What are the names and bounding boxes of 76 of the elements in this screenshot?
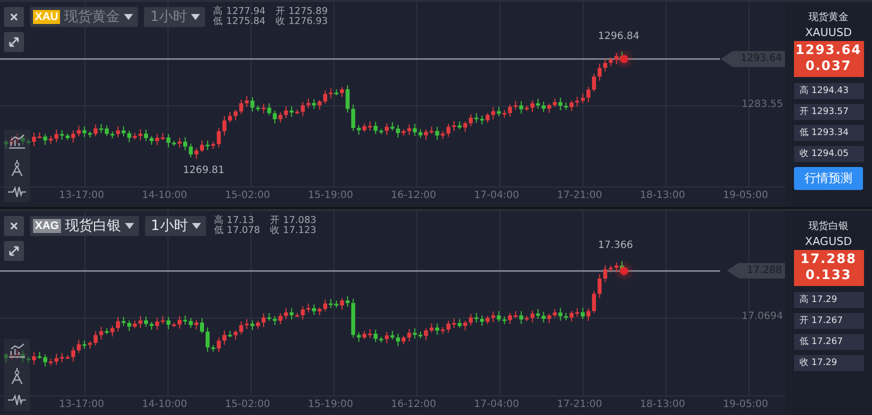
time-axis-label: 16-12:00 — [391, 190, 436, 201]
caret-icon — [192, 222, 201, 228]
ohlc-value: 开 1275.89 — [275, 7, 328, 17]
symbol-dropdown[interactable]: XAU 现货黄金 — [30, 7, 138, 27]
chart-icon[interactable] — [8, 134, 26, 150]
expand-button[interactable] — [4, 240, 24, 260]
compass-icon[interactable] — [10, 367, 24, 386]
caret-icon — [124, 14, 134, 20]
interval-dropdown[interactable]: 1小时 — [144, 7, 206, 27]
compass-icon[interactable] — [10, 158, 24, 177]
time-axis-label: 19-05:00 — [723, 398, 768, 410]
time-axis-label: 17-21:00 — [557, 190, 602, 201]
current-price: 17.288 — [800, 252, 857, 268]
time-axis-label: 19-05:00 — [723, 190, 768, 201]
high-price-label: 1296.84 — [598, 31, 640, 42]
time-axis-label: 15-02:00 — [225, 398, 270, 410]
time-axis-label: 13-17:00 — [59, 190, 104, 201]
instrument-name: 现货黄金 — [808, 10, 848, 24]
symbol-badge: XAG — [33, 218, 61, 232]
ohlc-value: 开 17.083 — [270, 216, 316, 226]
current-price-marker — [620, 55, 628, 63]
close-icon — [10, 222, 18, 230]
time-axis-label: 17-21:00 — [557, 398, 602, 410]
time-axis-label: 18-13:00 — [640, 190, 686, 201]
symbol-name: 现货白银 — [64, 216, 121, 234]
chart-icon[interactable] — [8, 342, 26, 359]
caret-icon — [191, 14, 200, 20]
time-axis-label: 14-10:00 — [142, 190, 188, 201]
low-price-label: 1269.81 — [183, 165, 224, 176]
stat-row: 开 1293.57 — [794, 104, 864, 120]
current-price-marker — [620, 266, 628, 274]
price-axis-label: 17.0694 — [742, 310, 783, 322]
forecast-button[interactable]: 行情预测 — [794, 167, 863, 190]
symbol-name: 现货黄金 — [64, 8, 120, 26]
waveform-icon[interactable] — [8, 186, 26, 198]
instrument-name: 现货白银 — [808, 220, 848, 232]
symbol-badge: XAU — [33, 10, 60, 24]
instrument-symbol: XAGUSD — [805, 234, 852, 248]
price-axis-label: 1283.55 — [742, 99, 783, 110]
instrument-symbol: XAUUSD — [805, 26, 852, 39]
stat-row: 开 17.267 — [794, 312, 864, 328]
ohlc-value: 低 17.078 — [214, 226, 260, 236]
price-change: 0.037 — [805, 59, 852, 75]
stat-row: 低 1293.34 — [794, 125, 864, 141]
interval-dropdown[interactable]: 1小时 — [144, 216, 206, 236]
expand-button[interactable] — [4, 32, 24, 52]
time-axis-label: 18-13:00 — [640, 398, 686, 410]
high-price-label: 17.366 — [598, 240, 633, 250]
stat-row: 低 17.267 — [794, 334, 864, 350]
stat-row: 高 1294.43 — [794, 83, 864, 99]
stat-row: 高 17.29 — [794, 292, 864, 308]
close-button[interactable] — [4, 216, 24, 236]
ohlc-value: 收 1276.93 — [275, 17, 328, 27]
ohlc-value: 收 17.123 — [270, 226, 316, 236]
time-axis-label: 15-19:00 — [308, 398, 354, 410]
time-axis-label: 16-12:00 — [391, 398, 436, 410]
time-axis-label: 15-02:00 — [225, 190, 270, 201]
stat-row: 收 1294.05 — [794, 146, 864, 162]
ohlc-value: 高 17.13 — [214, 216, 255, 226]
time-axis-label: 17-04:00 — [474, 398, 520, 410]
time-axis-label: 14-10:00 — [142, 398, 188, 410]
current-price: 1293.64 — [795, 43, 862, 59]
caret-icon — [124, 222, 134, 228]
time-axis-label: 17-04:00 — [474, 190, 520, 201]
close-button[interactable] — [4, 7, 24, 27]
time-axis-label: 15-19:00 — [308, 190, 354, 201]
ohlc-value: 低 1275.84 — [213, 17, 266, 27]
time-axis-label: 13-17:00 — [59, 398, 104, 410]
stat-row: 收 17.29 — [794, 354, 864, 370]
waveform-icon[interactable] — [8, 394, 26, 406]
symbol-dropdown[interactable]: XAG 现货白银 — [30, 216, 139, 236]
expand-icon — [9, 246, 19, 256]
price-change: 0.133 — [805, 268, 852, 284]
expand-icon — [9, 37, 19, 47]
ohlc-value: 高 1277.94 — [213, 7, 266, 17]
close-icon — [10, 13, 18, 21]
